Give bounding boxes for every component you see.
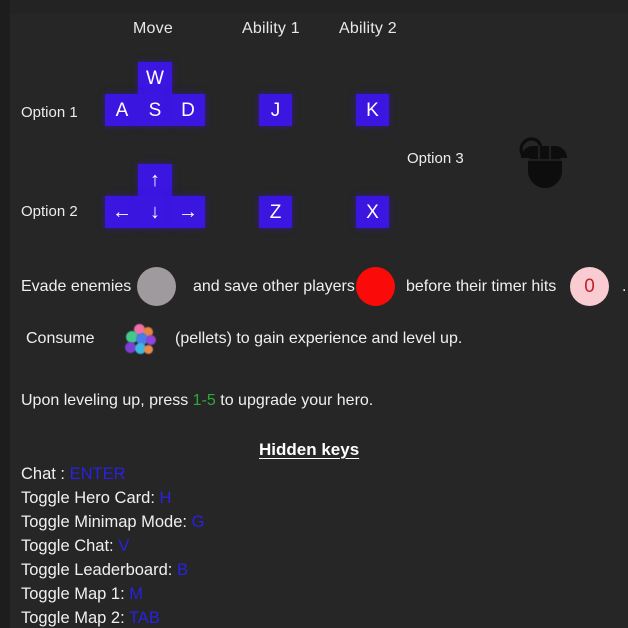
key-z[interactable]: Z <box>259 196 292 228</box>
key-j[interactable]: J <box>259 94 292 126</box>
option-3-label: Option 3 <box>407 150 464 167</box>
levelup-keys: 1-5 <box>192 392 216 409</box>
consume-label: Consume <box>26 330 95 347</box>
hidden-key-row-map-2: Toggle Map 2: TAB <box>21 609 160 628</box>
hidden-key-label: Toggle Minimap Mode: <box>21 513 187 531</box>
key-s[interactable]: S <box>138 94 172 126</box>
pellets-icon <box>124 323 164 359</box>
key-arrow-down[interactable]: ↓ <box>138 196 172 228</box>
controls-help-screen: Move Ability 1 Ability 2 Option 1 W A S … <box>0 0 628 628</box>
key-x[interactable]: X <box>356 196 389 228</box>
hidden-key-value: M <box>129 585 143 603</box>
hidden-key-label: Toggle Map 1: <box>21 585 125 603</box>
hidden-key-row-hero-card: Toggle Hero Card: H <box>21 489 171 508</box>
hidden-key-value: B <box>176 561 188 579</box>
key-arrow-up[interactable]: ↑ <box>138 164 172 196</box>
option-1-label: Option 1 <box>21 104 78 121</box>
timer-hits-label: before their timer hits <box>406 278 557 295</box>
hidden-key-row-minimap-mode: Toggle Minimap Mode: G <box>21 513 204 532</box>
hidden-key-row-map-1: Toggle Map 1: M <box>21 585 143 604</box>
column-header-ability-2: Ability 2 <box>339 20 397 37</box>
hidden-key-row-leaderboard: Toggle Leaderboard: B <box>21 561 188 580</box>
levelup-suffix: to upgrade your hero. <box>220 392 374 409</box>
timer-circle-icon: 0 <box>570 267 609 306</box>
key-arrow-left[interactable]: ← <box>105 196 139 228</box>
hidden-key-value: G <box>191 513 205 531</box>
hidden-key-row-chat: Chat : ENTER <box>21 465 126 484</box>
key-w[interactable]: W <box>138 62 172 94</box>
hidden-key-label: Toggle Map 2: <box>21 609 125 627</box>
hidden-key-value: H <box>159 489 172 507</box>
evade-enemies-label: Evade enemies <box>21 278 132 295</box>
mouse-icon <box>512 126 568 193</box>
top-band <box>0 0 628 14</box>
player-circle-icon <box>356 267 395 306</box>
hidden-key-value: ENTER <box>69 465 126 483</box>
consume-suffix-label: (pellets) to gain experience and level u… <box>175 330 463 347</box>
hidden-key-row-toggle-chat: Toggle Chat: V <box>21 537 129 556</box>
hidden-key-label: Chat : <box>21 465 66 483</box>
option-2-label: Option 2 <box>21 203 78 220</box>
key-d[interactable]: D <box>171 94 205 126</box>
enemy-circle-icon <box>137 267 176 306</box>
hidden-keys-title: Hidden keys <box>259 440 360 459</box>
hidden-key-value: TAB <box>128 609 160 627</box>
sentence-period: . <box>622 278 627 295</box>
levelup-line: Upon leveling up, press 1-5 to upgrade y… <box>21 392 373 410</box>
hidden-key-label: Toggle Leaderboard: <box>21 561 173 579</box>
column-header-move: Move <box>133 20 173 37</box>
key-k[interactable]: K <box>356 94 389 126</box>
key-a[interactable]: A <box>105 94 139 126</box>
column-header-ability-1: Ability 1 <box>242 20 300 37</box>
hidden-key-label: Toggle Hero Card: <box>21 489 155 507</box>
key-arrow-right[interactable]: → <box>171 196 205 228</box>
hidden-key-label: Toggle Chat: <box>21 537 114 555</box>
hidden-key-value: V <box>118 537 130 555</box>
levelup-prefix: Upon leveling up, press <box>21 392 189 409</box>
save-players-label: and save other players <box>193 278 355 295</box>
left-edge-shade <box>0 0 10 628</box>
